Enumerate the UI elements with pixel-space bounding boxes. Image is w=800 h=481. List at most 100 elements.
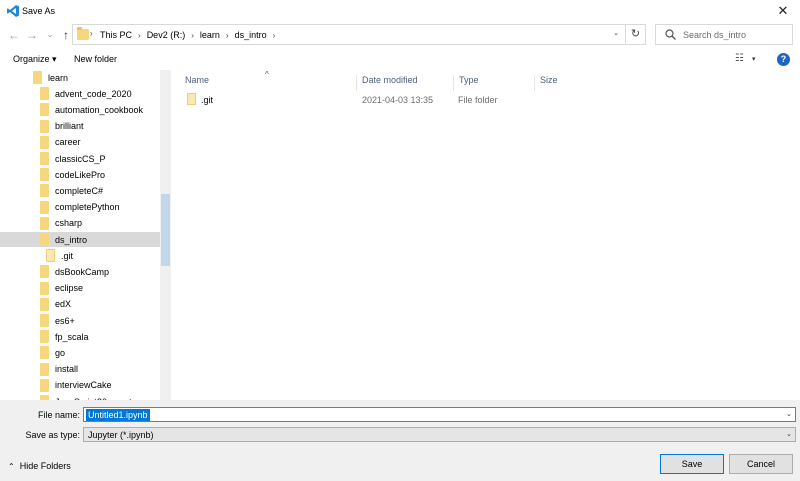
chevron-right-icon[interactable]: ›: [226, 31, 229, 40]
search-icon: [665, 29, 676, 40]
scrollbar-thumb[interactable]: [161, 194, 170, 266]
sidebar-item[interactable]: codeLikePro: [0, 167, 160, 182]
folder-icon: [40, 314, 49, 327]
sidebar-item[interactable]: go: [0, 345, 160, 360]
sidebar-item-label: brilliant: [55, 121, 84, 132]
chevron-right-icon[interactable]: ›: [90, 29, 93, 38]
navigation-pane: learn advent_code_2020 automation_cookbook…: [0, 70, 160, 400]
help-icon[interactable]: ?: [777, 53, 790, 66]
sidebar-item[interactable]: install: [0, 362, 160, 377]
folder-icon: [40, 168, 49, 182]
chevron-down-icon[interactable]: ⌄: [786, 410, 792, 418]
new-folder-button[interactable]: New folder: [74, 54, 117, 64]
folder-icon: [40, 216, 49, 230]
sidebar-item-label: dsBookCamp: [55, 266, 110, 277]
cancel-button[interactable]: Cancel: [729, 454, 793, 474]
breadcrumb-this-pc[interactable]: This PC: [100, 30, 132, 40]
file-date: 2021-04-03 13:35: [362, 95, 434, 105]
sidebar-item[interactable]: es6+: [0, 313, 160, 328]
sidebar-item[interactable]: brilliant: [0, 119, 160, 134]
sidebar-item[interactable]: fp_scala: [0, 329, 160, 344]
save-as-type-value: Jupyter (*.ipynb): [88, 430, 154, 440]
chevron-down-icon[interactable]: ⌄: [786, 430, 792, 438]
sidebar-item-label: career: [55, 137, 81, 148]
save-button[interactable]: Save: [660, 454, 724, 474]
sidebar-item-label: go: [55, 347, 66, 358]
sidebar-item-label: eclipse: [55, 283, 84, 294]
refresh-icon[interactable]: ↻: [625, 25, 645, 44]
folder-icon: [187, 93, 196, 105]
folder-icon: [40, 184, 49, 198]
folder-icon: [33, 71, 42, 84]
view-options-icon[interactable]: ☷: [735, 53, 744, 64]
sidebar-item[interactable]: completePython: [0, 200, 160, 215]
sidebar-item[interactable]: eclipse: [0, 281, 160, 296]
file-name-field[interactable]: Untitled1.ipynb ⌄: [83, 407, 796, 422]
address-row: ← → ⌄ ↑ › This PC › Dev2 (R:) › learn › …: [0, 22, 800, 48]
hide-folders-button[interactable]: ⌃ Hide Folders: [8, 461, 71, 471]
forward-arrow-icon[interactable]: →: [25, 28, 39, 42]
sidebar-item[interactable]: interviewCake: [0, 378, 160, 393]
command-toolbar: Organize ▾ New folder ☷ ▾ ?: [0, 48, 800, 70]
save-panel: File name: Untitled1.ipynb ⌄ Save as typ…: [0, 400, 800, 481]
navigation-scrollbar[interactable]: [160, 70, 171, 400]
chevron-right-icon[interactable]: ›: [138, 31, 141, 40]
chevron-down-icon[interactable]: ▾: [752, 55, 756, 63]
sidebar-item[interactable]: classicCS_P: [0, 151, 160, 166]
column-header-type[interactable]: Type: [455, 75, 535, 91]
folder-icon: [40, 152, 49, 165]
sidebar-item[interactable]: .git: [0, 248, 160, 263]
sidebar-item-label: ds_intro: [55, 234, 88, 245]
folder-icon: [77, 27, 89, 40]
folder-icon: [40, 200, 49, 214]
folder-icon: [40, 297, 49, 311]
organize-button[interactable]: Organize ▾: [13, 54, 57, 65]
save-as-type-select[interactable]: Jupyter (*.ipynb) ⌄: [83, 427, 796, 442]
sidebar-item-label: .git: [61, 250, 74, 261]
folder-icon: [40, 87, 49, 101]
sidebar-item[interactable]: learn: [0, 70, 160, 85]
folder-icon: [40, 346, 49, 360]
file-list: ^ Name Date modified Type Size .git 2021…: [171, 70, 800, 400]
sidebar-item[interactable]: advent_code_2020: [0, 86, 160, 101]
sidebar-item[interactable]: completeC#: [0, 183, 160, 198]
file-type: File folder: [458, 95, 498, 105]
back-arrow-icon[interactable]: ←: [7, 28, 21, 42]
column-header-size[interactable]: Size: [536, 75, 596, 91]
sidebar-item[interactable]: career: [0, 135, 160, 150]
column-header-name[interactable]: Name: [181, 75, 357, 91]
save-as-type-label: Save as type:: [25, 430, 80, 440]
search-input[interactable]: Search ds_intro: [655, 24, 793, 45]
column-header-date-modified[interactable]: Date modified: [358, 75, 454, 91]
sidebar-item[interactable]: dsBookCamp: [0, 264, 160, 279]
chevron-down-icon[interactable]: ⌄: [613, 29, 619, 37]
sidebar-item-label: es6+: [55, 315, 75, 326]
chevron-right-icon[interactable]: ›: [191, 31, 194, 40]
close-icon[interactable]: ✕: [766, 0, 800, 22]
vscode-icon: [7, 5, 19, 17]
sidebar-item[interactable]: edX: [0, 297, 160, 312]
file-name-value: Untitled1.ipynb: [86, 409, 150, 421]
recent-locations-chevron-icon[interactable]: ⌄: [43, 28, 57, 42]
sidebar-item-label: csharp: [55, 218, 83, 229]
hide-folders-label: Hide Folders: [19, 461, 71, 471]
folder-icon: [40, 265, 49, 279]
table-row[interactable]: .git 2021-04-03 13:35 File folder: [185, 92, 525, 108]
sidebar-item-label: completePython: [55, 202, 120, 213]
sidebar-item[interactable]: ds_intro: [0, 232, 160, 247]
sidebar-item[interactable]: automation_cookbook: [0, 102, 160, 117]
sidebar-item[interactable]: csharp: [0, 216, 160, 231]
folder-icon: [40, 378, 49, 392]
sidebar-item-label: install: [55, 364, 79, 375]
sidebar-item-label: automation_cookbook: [55, 104, 144, 115]
breadcrumb-drive[interactable]: Dev2 (R:): [147, 30, 186, 40]
title-bar: Save As ✕: [0, 0, 800, 22]
sidebar-item-label: advent_code_2020: [55, 88, 132, 99]
breadcrumb-ds-intro[interactable]: ds_intro: [235, 30, 267, 40]
up-arrow-icon[interactable]: ↑: [59, 28, 73, 42]
address-bar[interactable]: › This PC › Dev2 (R:) › learn › ds_intro…: [72, 24, 646, 45]
chevron-right-icon[interactable]: ›: [273, 31, 276, 40]
folder-icon: [40, 281, 49, 295]
breadcrumb-learn[interactable]: learn: [200, 30, 220, 40]
search-placeholder: Search ds_intro: [683, 30, 747, 40]
